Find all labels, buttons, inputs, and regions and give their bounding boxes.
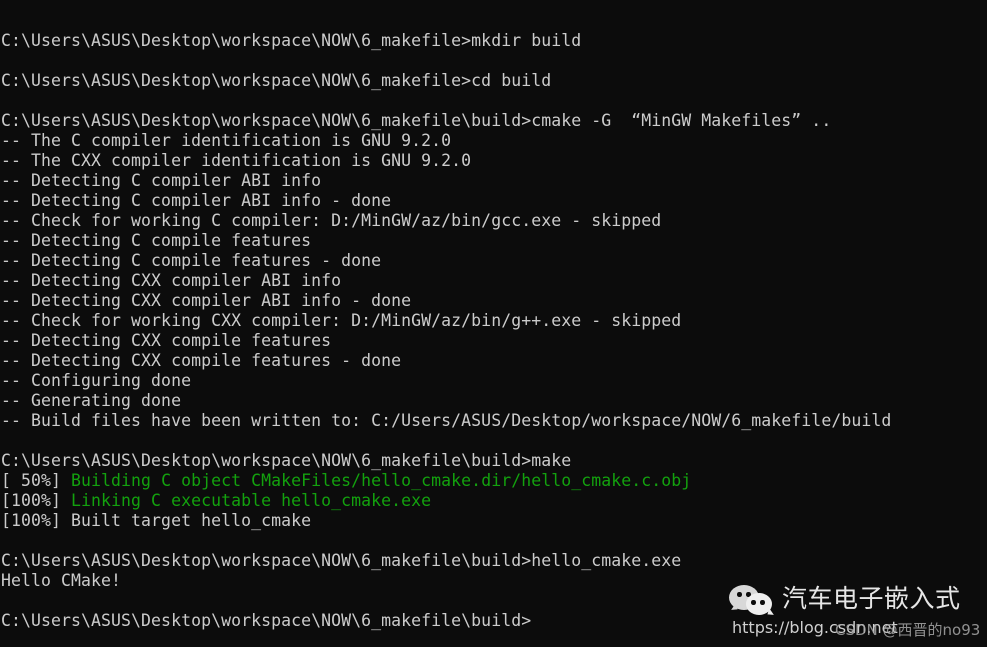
terminal-line-out-generating: -- Generating done (1, 391, 182, 410)
terminal-line-out-cxx-check: -- Check for working CXX compiler: D:/Mi… (1, 311, 682, 330)
terminal-line-blank-1 (1, 51, 987, 71)
terminal-line-out-c-feat-done: -- Detecting C compile features - done (1, 251, 382, 270)
terminal-line-cmd-prompt: C:\Users\ASUS\Desktop\workspace\NOW\6_ma… (1, 611, 532, 630)
progress-marker: [100%] (1, 491, 72, 510)
terminal-line-out-hello: Hello CMake! (1, 571, 122, 590)
terminal-line-out-cxx-feat: -- Detecting CXX compile features (1, 331, 332, 350)
terminal-line-blank-3 (1, 431, 987, 451)
terminal-line-cmd-make: C:\Users\ASUS\Desktop\workspace\NOW\6_ma… (1, 451, 572, 470)
terminal-console[interactable]: C:\Users\ASUS\Desktop\workspace\NOW\6_ma… (0, 0, 987, 647)
terminal-line-out-buildfiles: -- Build files have been written to: C:/… (1, 411, 892, 430)
terminal-line-out-c-feat: -- Detecting C compile features (1, 231, 312, 250)
terminal-line-cmd-cmake: C:\Users\ASUS\Desktop\workspace\NOW\6_ma… (1, 111, 832, 130)
terminal-line-out-cxx-id: -- The CXX compiler identification is GN… (1, 151, 472, 170)
terminal-line-out-cxx-ft-dn: -- Detecting CXX compile features - done (1, 351, 402, 370)
terminal-line-blank-4 (1, 531, 987, 551)
terminal-line-out-cxx-abi-dn: -- Detecting CXX compiler ABI info - don… (1, 291, 412, 310)
build-status-text: Building C object CMakeFiles/hello_cmake… (71, 471, 692, 490)
build-status-text: Linking C executable hello_cmake.exe (71, 491, 432, 510)
terminal-line-cmd-run: C:\Users\ASUS\Desktop\workspace\NOW\6_ma… (1, 551, 682, 570)
terminal-line-make-50: [ 50%] Building C object CMakeFiles/hell… (1, 471, 987, 491)
terminal-line-make-100-link: [100%] Linking C executable hello_cmake.… (1, 491, 987, 511)
terminal-line-out-configuring: -- Configuring done (1, 371, 192, 390)
terminal-line-make-100-built: [100%] Built target hello_cmake (1, 511, 312, 530)
terminal-line-blank-0 (1, 11, 987, 31)
progress-marker: [ 50%] (1, 471, 72, 490)
terminal-line-out-c-abi: -- Detecting C compiler ABI info (1, 171, 322, 190)
terminal-line-out-c-abi-done: -- Detecting C compiler ABI info - done (1, 191, 392, 210)
terminal-line-blank-5 (1, 591, 987, 611)
terminal-line-out-c-check: -- Check for working C compiler: D:/MinG… (1, 211, 662, 230)
terminal-line-out-cc-id: -- The C compiler identification is GNU … (1, 131, 452, 150)
terminal-line-cmd-mkdir: C:\Users\ASUS\Desktop\workspace\NOW\6_ma… (1, 31, 582, 50)
terminal-line-blank-2 (1, 91, 987, 111)
terminal-line-out-cxx-abi: -- Detecting CXX compiler ABI info (1, 271, 342, 290)
terminal-line-cmd-cd: C:\Users\ASUS\Desktop\workspace\NOW\6_ma… (1, 71, 552, 90)
